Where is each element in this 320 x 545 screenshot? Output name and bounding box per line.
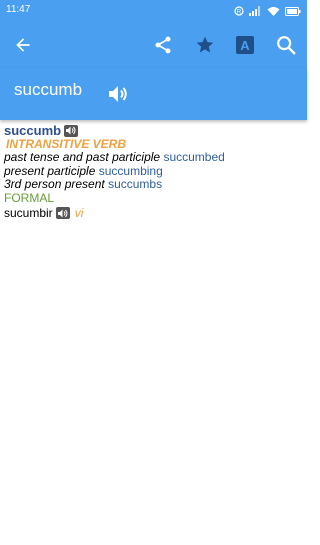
battery-icon bbox=[285, 6, 301, 16]
svg-text:R: R bbox=[237, 10, 242, 16]
word-header: succumb bbox=[0, 68, 307, 120]
app-bar: A bbox=[0, 22, 307, 68]
font-size-button[interactable]: A bbox=[230, 30, 260, 60]
star-icon bbox=[196, 36, 214, 53]
speaker-icon bbox=[57, 209, 68, 218]
back-button[interactable] bbox=[8, 30, 38, 60]
arrow-left-icon bbox=[16, 38, 30, 52]
form-label: 3rd person present bbox=[4, 177, 105, 192]
form-value[interactable]: succumbed bbox=[163, 150, 224, 164]
speaker-icon bbox=[66, 126, 76, 135]
dictionary-entry: succumb INTRANSITIVE VERB past tense and… bbox=[4, 124, 303, 220]
favorite-button[interactable] bbox=[190, 30, 220, 60]
wifi-icon bbox=[267, 7, 280, 16]
translation-line: sucumbir vi bbox=[4, 205, 303, 221]
signal-icon bbox=[249, 6, 260, 16]
form-row: present participle succumbing bbox=[4, 163, 303, 179]
share-button[interactable] bbox=[148, 30, 178, 60]
word-title: succumb bbox=[14, 80, 83, 99]
search-button[interactable] bbox=[271, 30, 301, 60]
form-value[interactable]: succumbing bbox=[99, 164, 163, 178]
headword-line: succumb bbox=[4, 124, 303, 138]
register-label: FORMAL bbox=[4, 190, 55, 205]
headword-speak-button[interactable] bbox=[64, 124, 79, 137]
translation-pos: vi bbox=[74, 205, 84, 220]
status-icons: R bbox=[234, 5, 301, 17]
share-icon bbox=[155, 36, 171, 54]
translation-word[interactable]: sucumbir bbox=[4, 206, 53, 221]
form-label: present participle bbox=[4, 163, 96, 178]
pronounce-button[interactable] bbox=[106, 82, 130, 106]
translation-speak-button[interactable] bbox=[55, 207, 70, 220]
form-value[interactable]: succumbs bbox=[108, 177, 162, 192]
alarm-icon: R bbox=[234, 6, 244, 16]
speaker-icon bbox=[109, 86, 127, 102]
svg-text:A: A bbox=[240, 38, 250, 53]
headword: succumb bbox=[4, 123, 62, 138]
font-icon: A bbox=[236, 36, 254, 54]
status-bar: 11:47 R bbox=[0, 0, 307, 22]
part-of-speech: INTRANSITIVE VERB bbox=[6, 136, 127, 151]
status-time: 11:47 bbox=[6, 4, 31, 15]
form-label: past tense and past participle bbox=[4, 150, 161, 165]
search-icon bbox=[277, 36, 296, 55]
form-row: 3rd person present succumbs bbox=[4, 178, 303, 192]
form-row: past tense and past participle succumbed bbox=[4, 150, 303, 165]
